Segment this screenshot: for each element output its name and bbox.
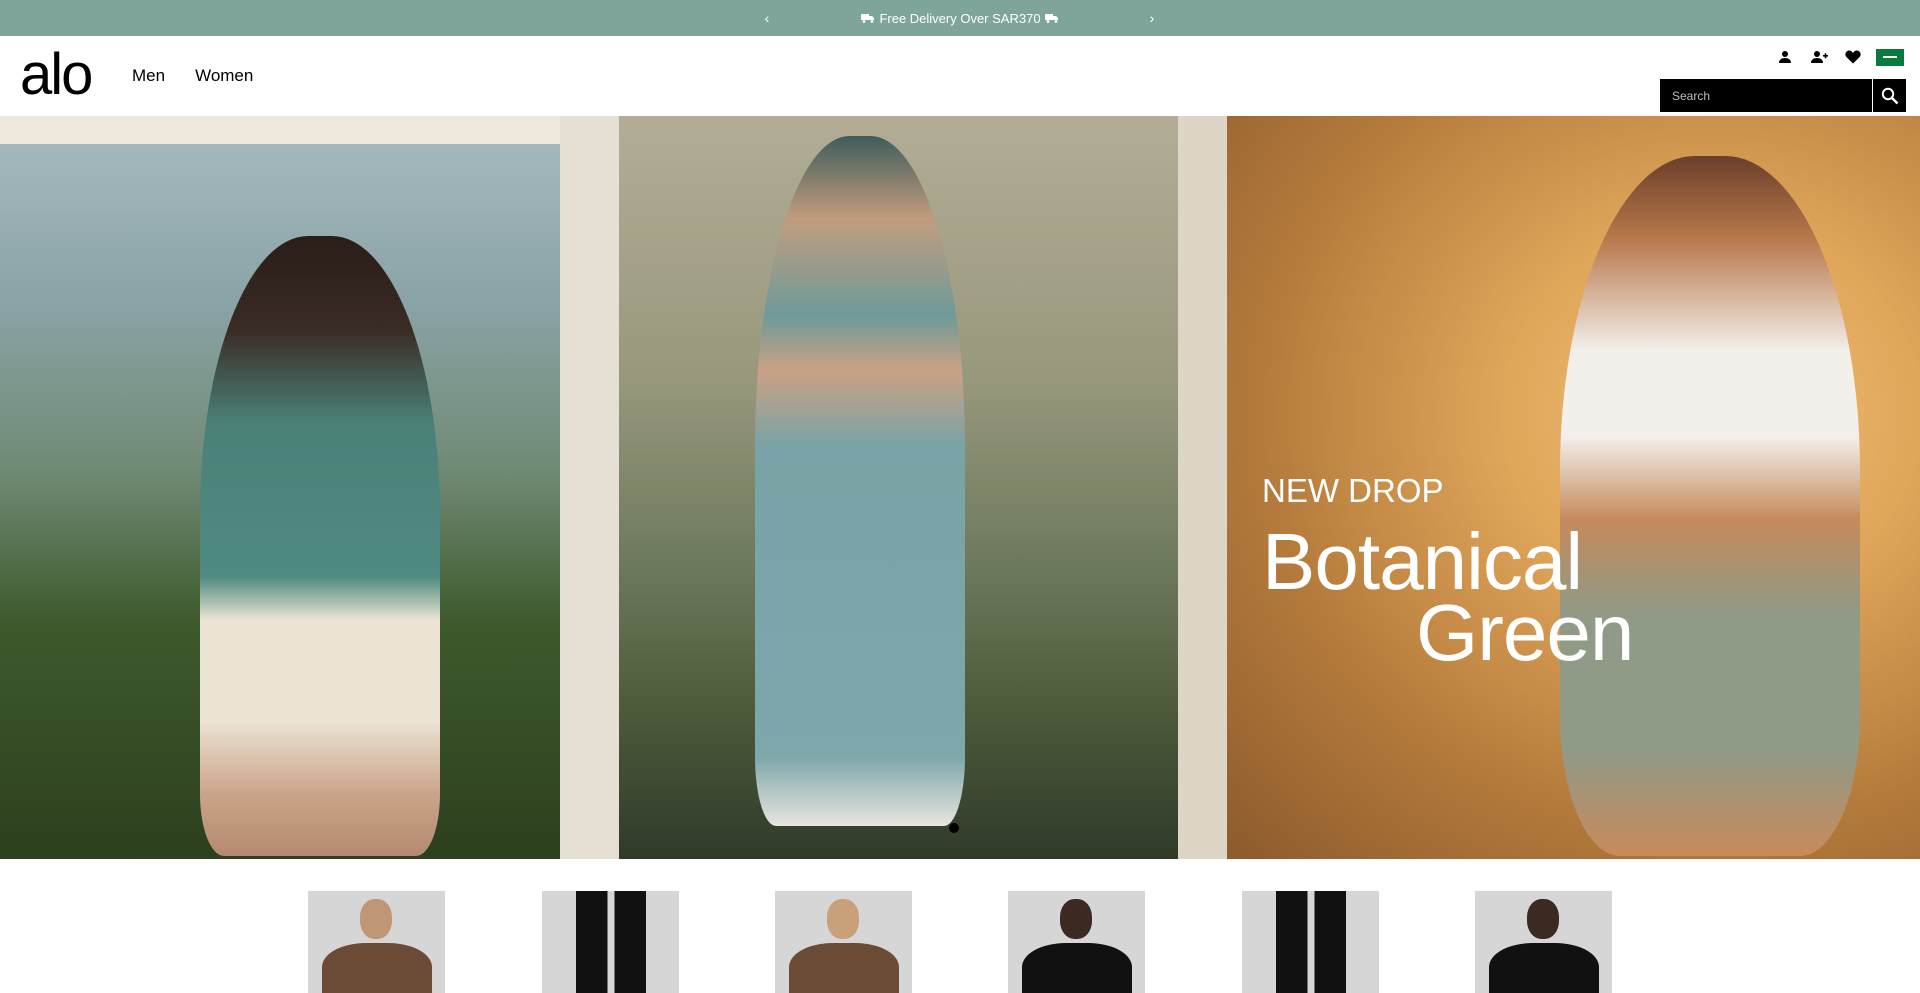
- product-garment: [1022, 943, 1132, 993]
- product-image: [1060, 899, 1092, 939]
- search-icon: [1881, 87, 1898, 104]
- product-card[interactable]: [1242, 891, 1379, 993]
- announcement-message: Free Delivery Over SAR370: [861, 11, 1058, 26]
- hero-frame-divider: [1178, 116, 1227, 859]
- announcement-prev-button[interactable]: ‹: [757, 8, 777, 28]
- saudi-flag-icon[interactable]: [1876, 48, 1904, 66]
- hero-kicker: NEW DROP: [1262, 472, 1444, 509]
- search-input[interactable]: [1660, 79, 1872, 112]
- product-card[interactable]: [308, 891, 445, 993]
- brand-logo[interactable]: alo: [20, 46, 93, 104]
- hero-frame-divider: [560, 116, 619, 859]
- product-garment: [322, 943, 432, 993]
- announcement-next-button[interactable]: ›: [1142, 8, 1162, 28]
- nav-item-women[interactable]: Women: [195, 66, 253, 86]
- product-image: [360, 899, 392, 939]
- hero-title-line2: Green: [1416, 588, 1634, 677]
- product-card[interactable]: [1475, 891, 1612, 993]
- account-icon[interactable]: [1774, 48, 1796, 66]
- truck-icon: [1044, 13, 1059, 23]
- product-row: [0, 891, 1920, 993]
- nav-item-men[interactable]: Men: [132, 66, 165, 86]
- main-nav: Men Women: [132, 66, 253, 86]
- search-button[interactable]: [1872, 79, 1906, 112]
- add-user-icon[interactable]: [1808, 48, 1830, 66]
- product-card[interactable]: [1008, 891, 1145, 993]
- model-figure-left: [200, 236, 440, 856]
- product-image: [827, 899, 859, 939]
- hero-frame-top: [0, 116, 560, 144]
- model-figure-center: [755, 136, 965, 826]
- product-card[interactable]: [775, 891, 912, 993]
- hero-banner[interactable]: NEW DROP Botanical Green: [0, 116, 1920, 859]
- truck-icon: [861, 13, 875, 23]
- product-garment: [576, 891, 646, 993]
- site-header: alo Men Women: [0, 36, 1920, 116]
- product-garment: [789, 943, 899, 993]
- product-image: [1527, 899, 1559, 939]
- header-icons: [1774, 48, 1904, 66]
- product-garment: [1276, 891, 1346, 993]
- announcement-bar: ‹ Free Delivery Over SAR370 ›: [0, 0, 1920, 36]
- hero-text-block: NEW DROP Botanical Green: [1262, 472, 1634, 677]
- search-bar: [1660, 79, 1906, 112]
- product-card[interactable]: [542, 891, 679, 993]
- carousel-dot[interactable]: [949, 823, 959, 833]
- product-garment: [1489, 943, 1599, 993]
- announcement-text: Free Delivery Over SAR370: [879, 10, 1041, 26]
- wishlist-heart-icon[interactable]: [1842, 48, 1864, 66]
